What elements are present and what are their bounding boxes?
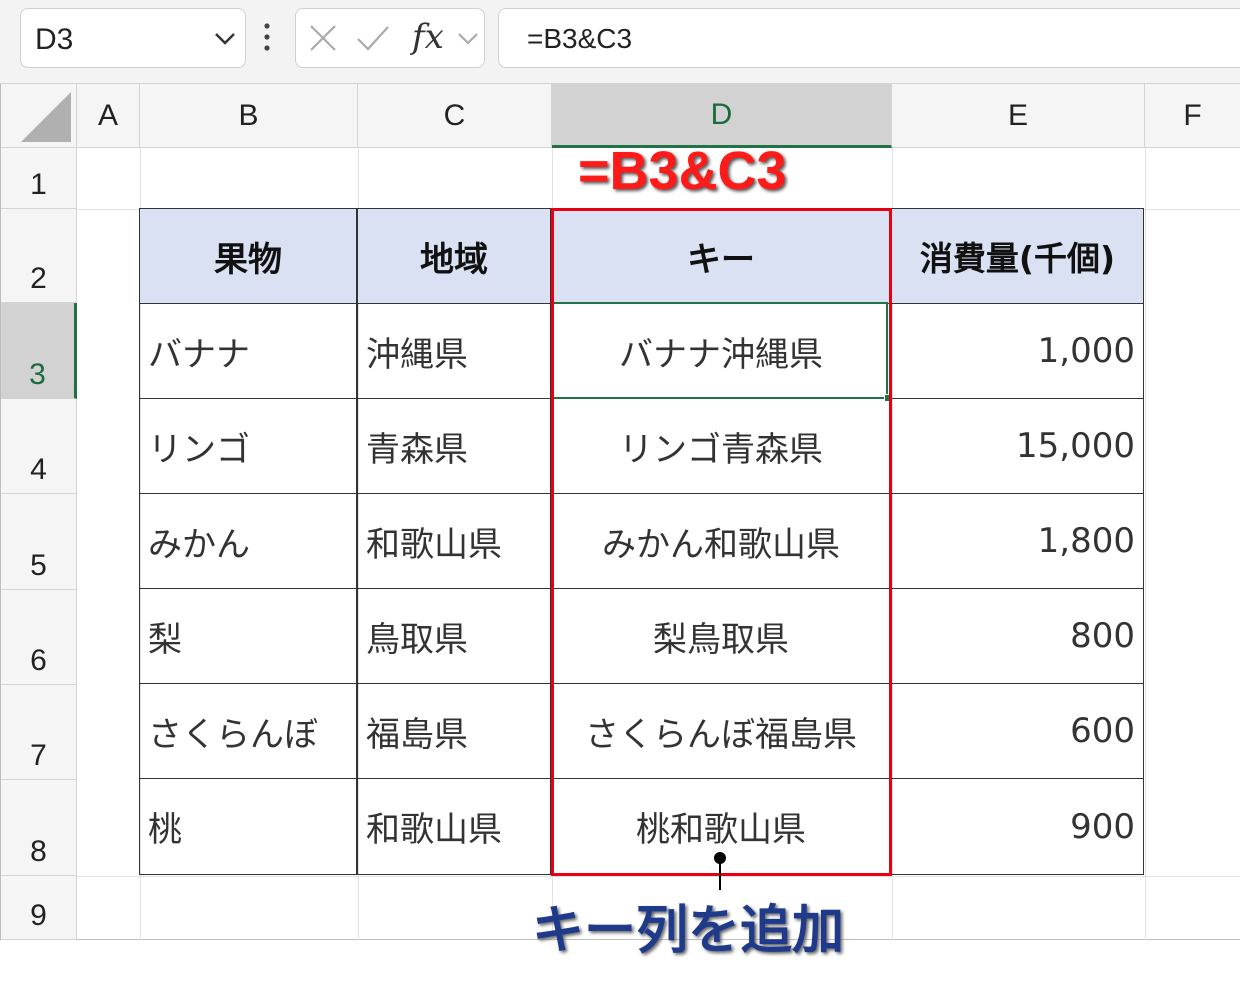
gridline [1145, 148, 1146, 940]
cell-amount[interactable]: 900 [891, 778, 1144, 875]
column-header-e[interactable]: E [892, 84, 1145, 148]
chevron-down-icon[interactable] [213, 23, 237, 53]
cell-region[interactable]: 和歌山県 [357, 778, 551, 875]
row-header-4[interactable]: 4 [1, 399, 77, 494]
name-box-value: D3 [35, 23, 74, 56]
row-header-8[interactable]: 8 [1, 780, 77, 876]
formula-input[interactable]: =B3&C3 [498, 8, 1240, 68]
column-header-f[interactable]: F [1145, 84, 1240, 148]
more-options-icon[interactable] [262, 22, 272, 52]
cell-fruit[interactable]: 梨 [139, 588, 357, 684]
cell-amount[interactable]: 600 [891, 683, 1144, 779]
chevron-down-icon[interactable] [456, 25, 480, 51]
row-header-9[interactable]: 9 [1, 876, 77, 940]
select-all-button[interactable] [1, 84, 77, 148]
cell-fruit[interactable]: みかん [139, 493, 357, 589]
cell-fruit[interactable]: 桃 [139, 778, 357, 875]
cell-amount[interactable]: 800 [891, 588, 1144, 684]
enter-icon[interactable] [356, 23, 390, 53]
cell-region[interactable]: 青森県 [357, 398, 551, 494]
cell-fruit[interactable]: リンゴ [139, 398, 357, 494]
column-header-a[interactable]: A [77, 84, 140, 148]
cell-region[interactable]: 和歌山県 [357, 493, 551, 589]
formula-text: =B3&C3 [527, 23, 633, 54]
column-header-c[interactable]: C [358, 84, 552, 148]
gridline [77, 876, 1240, 877]
cell-region[interactable]: 沖縄県 [357, 303, 551, 399]
cell-amount[interactable]: 1,000 [891, 303, 1144, 399]
cell-amount[interactable]: 15,000 [891, 398, 1144, 494]
column-header-b[interactable]: B [140, 84, 358, 148]
header-region[interactable]: 地域 [357, 208, 551, 304]
row-header-6[interactable]: 6 [1, 590, 77, 685]
row-header-1[interactable]: 1 [1, 148, 77, 209]
key-column-highlight [551, 208, 892, 876]
name-box[interactable]: D3 [20, 8, 246, 68]
select-all-triangle-icon [21, 92, 71, 142]
cell-amount[interactable]: 1,800 [891, 493, 1144, 589]
formula-buttons: fx [295, 8, 485, 68]
header-amount[interactable]: 消費量(千個) [891, 208, 1144, 304]
cell-fruit[interactable]: バナナ [139, 303, 357, 399]
header-fruit[interactable]: 果物 [139, 208, 357, 304]
formula-bar: D3 fx =B3&C3 [0, 0, 1240, 84]
callout-line [719, 862, 721, 890]
row-header-2[interactable]: 2 [1, 209, 77, 303]
insert-function-icon[interactable]: fx [412, 17, 444, 57]
row-header-5[interactable]: 5 [1, 494, 77, 590]
cancel-icon[interactable] [308, 23, 338, 53]
row-header-7[interactable]: 7 [1, 685, 77, 780]
cell-region[interactable]: 福島県 [357, 683, 551, 779]
column-header-d[interactable]: D [552, 84, 892, 148]
cell-region[interactable]: 鳥取県 [357, 588, 551, 684]
cell-fruit[interactable]: さくらんぼ [139, 683, 357, 779]
row-header-3[interactable]: 3 [1, 303, 77, 399]
formula-annotation: =B3&C3 [578, 141, 787, 201]
callout-label: キー列を追加 [532, 901, 845, 961]
